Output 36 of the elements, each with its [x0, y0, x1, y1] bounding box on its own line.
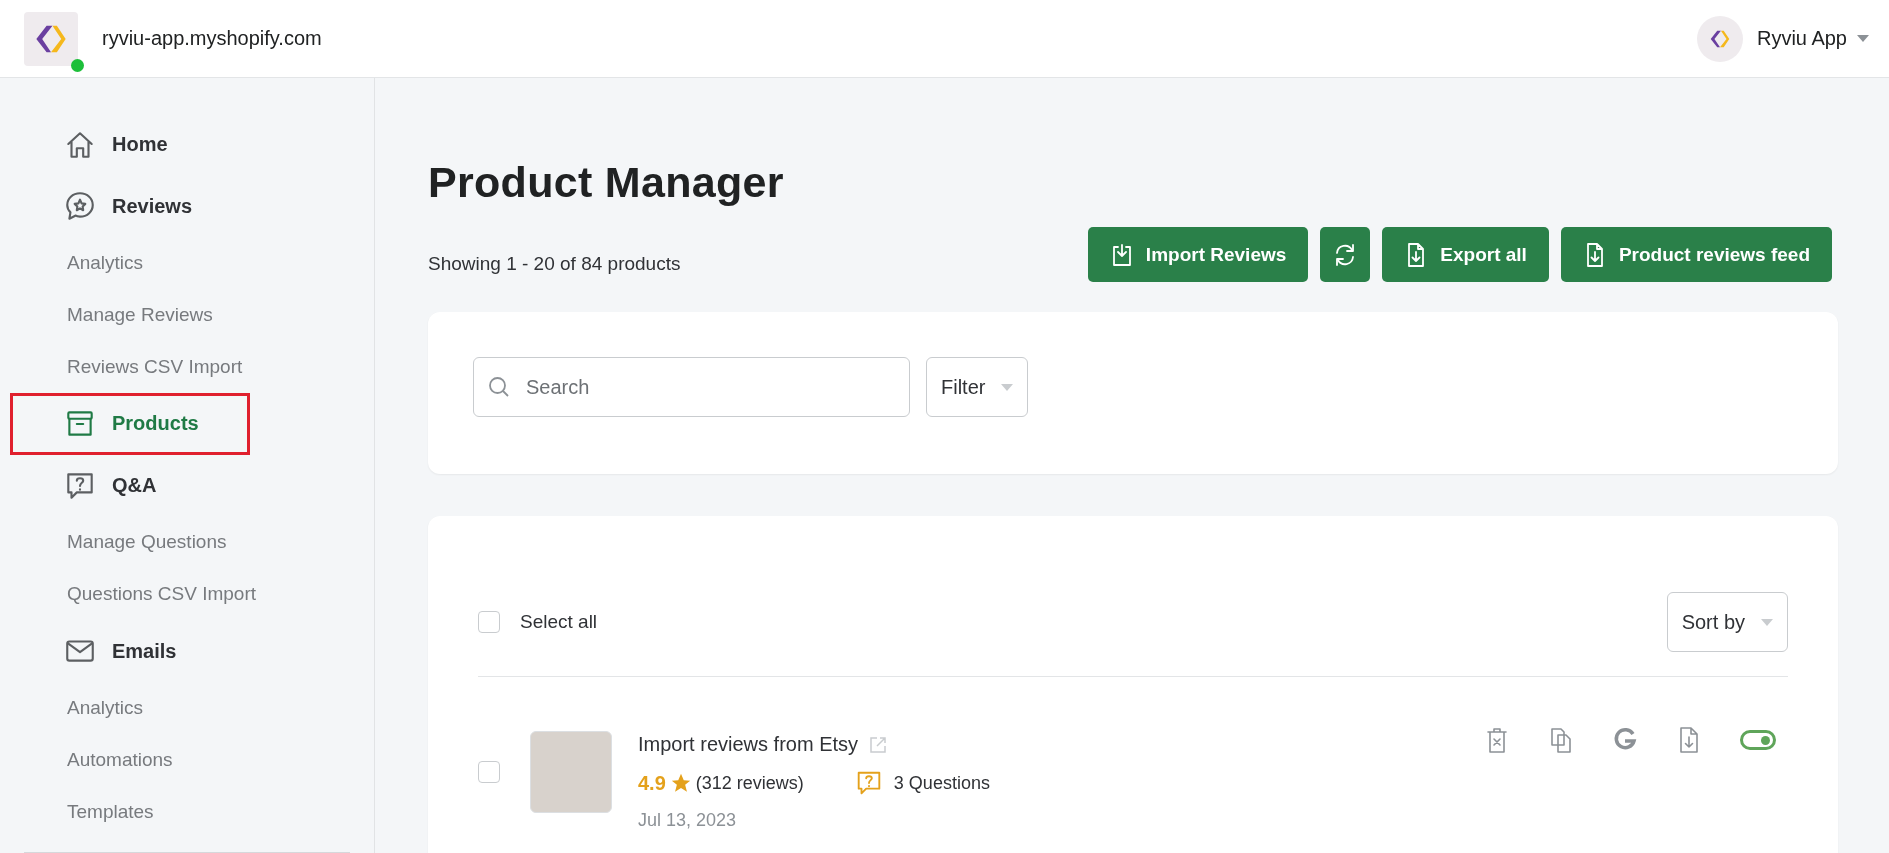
sidebar-subitem[interactable]: Automations — [10, 733, 181, 786]
sidebar-subitem[interactable]: Reviews CSV Import — [10, 341, 251, 394]
caret-icon — [1857, 35, 1869, 42]
sidebar-item[interactable]: Products — [10, 393, 250, 455]
toggle-switch[interactable] — [1740, 730, 1776, 750]
store-name: ryviu-app.myshopify.com — [102, 27, 322, 50]
sidebar-subitem[interactable]: Manage Questions — [10, 516, 235, 569]
refresh-button[interactable] — [1320, 227, 1371, 282]
product-date: Jul 13, 2023 — [638, 810, 738, 831]
sidebar-subitem[interactable]: Questions CSV Import — [10, 568, 265, 621]
review-count: (312 reviews) — [695, 772, 804, 794]
action-button[interactable]: Product reviews feed — [1560, 227, 1832, 282]
trash-icon[interactable] — [1484, 725, 1510, 755]
rating-value: 4.9 — [638, 771, 666, 795]
sidebar-subitem[interactable]: Manage Reviews — [10, 289, 221, 342]
sort-dropdown[interactable]: Sort by — [1666, 592, 1788, 652]
product-title[interactable]: Import reviews from Etsy — [638, 733, 859, 756]
page-title: Product Manager — [428, 158, 785, 207]
question-count[interactable]: 3 Questions — [893, 772, 990, 794]
search-field[interactable]: Search — [473, 357, 910, 417]
results-summary: Showing 1 - 20 of 84 products — [428, 253, 681, 276]
copy-icon[interactable] — [1548, 725, 1574, 755]
filter-dropdown[interactable]: Filter — [926, 357, 1029, 417]
search-icon — [487, 375, 511, 399]
sidebar-subitem[interactable]: Analytics — [10, 237, 152, 290]
sidebar-subitem[interactable]: Analytics — [10, 681, 152, 734]
external-link-icon — [868, 734, 889, 755]
select-all-label: Select all — [520, 611, 598, 633]
account-name[interactable]: Ryviu App — [1756, 27, 1847, 50]
sidebar-subitem[interactable]: Templates — [10, 785, 162, 838]
checkbox[interactable] — [478, 761, 500, 783]
caret-icon — [1761, 618, 1773, 626]
checkbox[interactable] — [478, 611, 500, 633]
action-button[interactable]: Import Reviews — [1087, 227, 1309, 282]
action-button[interactable]: Export all — [1382, 227, 1549, 282]
caret-icon — [1001, 383, 1014, 391]
